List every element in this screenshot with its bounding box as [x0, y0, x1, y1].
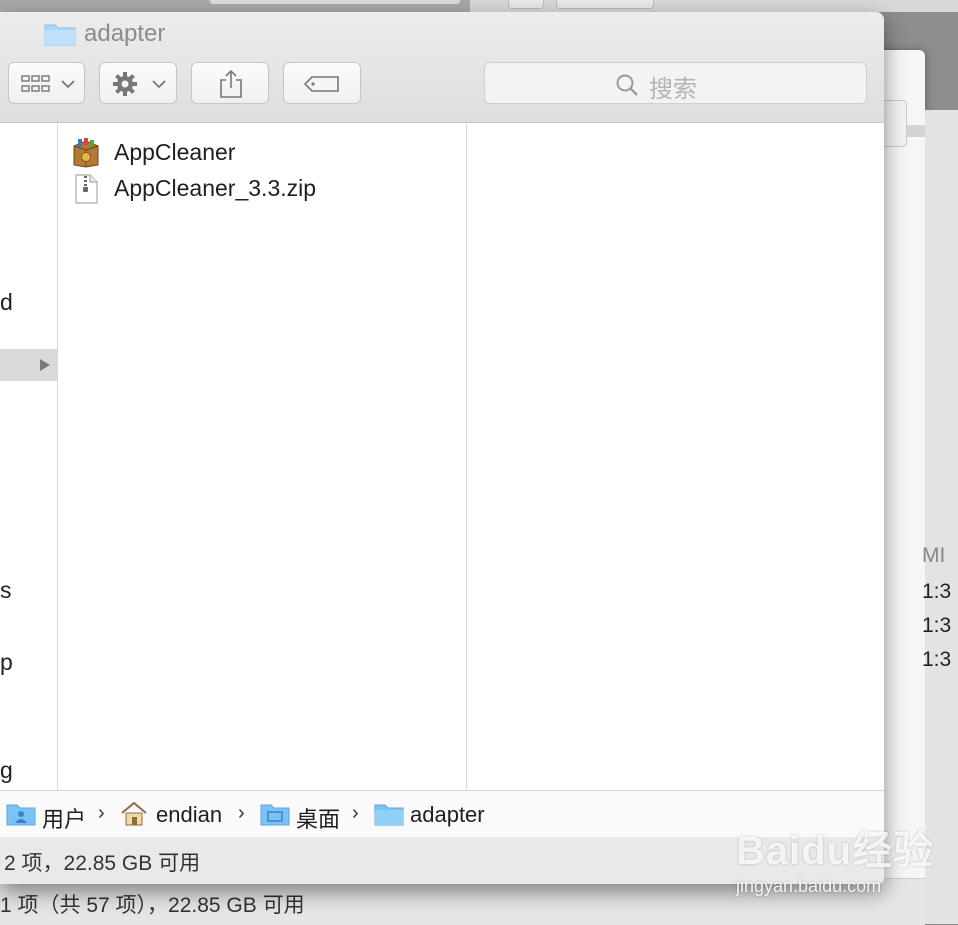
background-status-text: 1 项（共 57 项），22.85 GB 可用	[0, 894, 305, 917]
sidebar-item-label[interactable]: s	[0, 577, 12, 604]
background-window-field	[880, 100, 907, 147]
title-toolbar: adapter 搜索	[0, 12, 884, 123]
sidebar-item-label[interactable]: p	[0, 649, 13, 676]
sidebar-item-label[interactable]: g	[0, 757, 13, 784]
view-options-button[interactable]	[8, 62, 85, 104]
background-toolbar-button	[508, 0, 544, 9]
background-time-cell: 1:3	[922, 614, 952, 637]
folder-icon	[374, 804, 404, 826]
background-window-column	[925, 110, 958, 924]
path-label: adapter	[410, 802, 485, 827]
chevron-down-icon	[152, 80, 166, 89]
file-name: AppCleaner_3.3.zip	[114, 175, 317, 201]
tag-button[interactable]	[283, 62, 361, 104]
tag-icon	[304, 76, 339, 92]
share-button[interactable]	[191, 62, 269, 104]
chevron-down-icon	[61, 80, 75, 89]
action-menu-button[interactable]	[99, 62, 177, 104]
desktop-folder-icon	[260, 804, 290, 826]
gear-icon	[113, 72, 137, 96]
search-icon	[616, 74, 638, 96]
status-text: 2 项，22.85 GB 可用	[4, 852, 201, 875]
background-toolbar-button	[556, 0, 654, 9]
search-field[interactable]: 搜索	[484, 62, 867, 104]
disclosure-arrow-icon	[40, 359, 50, 371]
path-label: 桌面	[296, 807, 341, 832]
background-titlebar-pill	[210, 0, 460, 4]
folder-icon	[44, 24, 76, 46]
path-label: endian	[156, 802, 223, 827]
file-row-appcleaner[interactable]: AppCleaner	[58, 135, 466, 171]
background-time-cell: 1:3	[922, 580, 952, 603]
search-placeholder: 搜索	[649, 76, 697, 103]
chevron-right-icon: ›	[98, 802, 105, 824]
home-icon	[121, 801, 147, 826]
chevron-right-icon: ›	[352, 802, 359, 824]
baidu-watermark-url: jingyan.baidu.com	[736, 876, 882, 896]
sidebar: d s p g	[0, 123, 58, 790]
background-column-header: MI	[922, 544, 946, 567]
path-label: 用户	[42, 807, 87, 832]
window-title: adapter	[84, 20, 166, 47]
file-column: AppCleaner AppCleaner_3.3.zip	[58, 123, 467, 790]
file-row-zip[interactable]: AppCleaner_3.3.zip	[58, 171, 466, 207]
sidebar-item-label[interactable]: d	[0, 289, 13, 316]
finder-window: adapter 搜索 d s p g AppCleaner AppCleaner…	[0, 12, 884, 884]
app-icon	[73, 138, 99, 168]
share-icon	[220, 69, 242, 98]
users-folder-icon	[6, 804, 36, 826]
file-name: AppCleaner	[114, 139, 236, 165]
preview-column	[467, 123, 884, 790]
background-time-cell: 1:3	[922, 648, 952, 671]
zip-file-icon	[75, 174, 98, 204]
baidu-watermark-logo: Baidu经验	[736, 829, 935, 873]
chevron-right-icon: ›	[238, 802, 245, 824]
grid-view-icon	[21, 75, 50, 92]
